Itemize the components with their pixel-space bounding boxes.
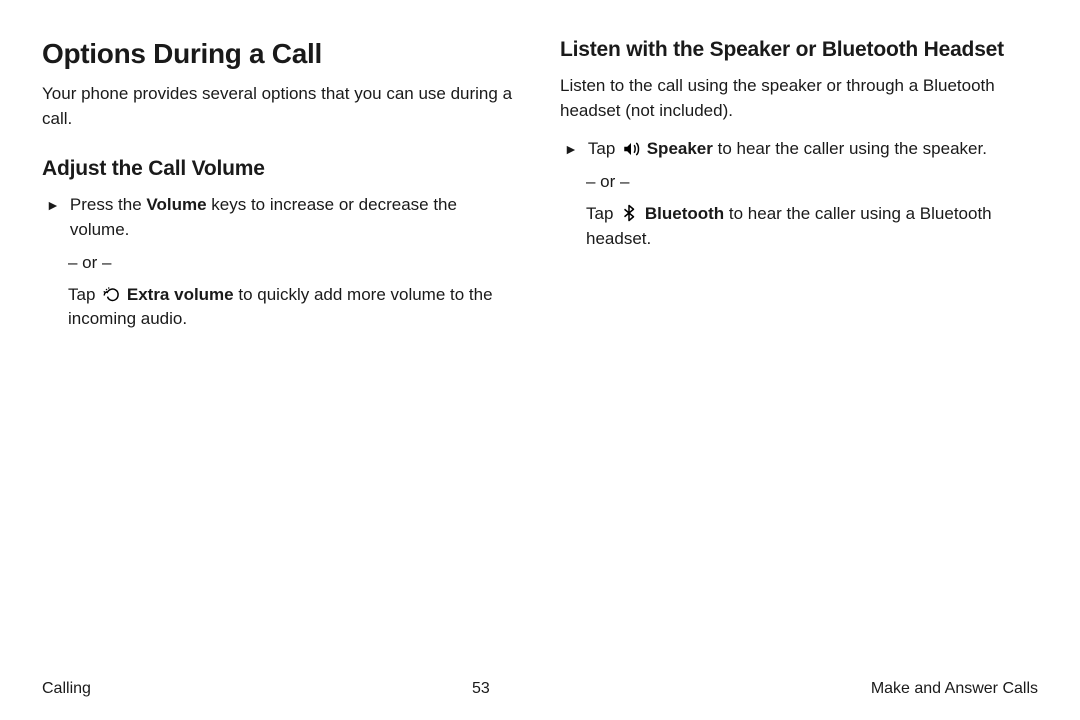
or-separator: – or – (586, 172, 1038, 192)
bluetooth-icon (620, 204, 638, 222)
text-fragment: Tap (586, 204, 618, 223)
step-text: Press the Volume keys to increase or dec… (70, 193, 520, 242)
page-footer: Calling 53 Make and Answer Calls (42, 680, 1038, 698)
step-text-continuation: Tap Bluetooth to hear the caller using a… (586, 202, 1038, 251)
footer-left: Calling (42, 680, 91, 698)
footer-right: Make and Answer Calls (871, 680, 1038, 698)
text-fragment: to hear the caller using the speaker. (713, 139, 987, 158)
page-content: Options During a Call Your phone provide… (0, 0, 1080, 342)
bold-text: Volume (146, 195, 206, 214)
step-text: Tap Speaker to hear the caller using the… (588, 137, 987, 162)
section-heading-speaker: Listen with the Speaker or Bluetooth Hea… (560, 38, 1038, 62)
right-column: Listen with the Speaker or Bluetooth Hea… (560, 38, 1038, 342)
bold-text: Extra volume (122, 285, 234, 304)
triangle-bullet-icon: ► (564, 141, 578, 157)
speaker-icon (622, 140, 640, 158)
text-fragment: Press the (70, 195, 147, 214)
triangle-bullet-icon: ► (46, 197, 60, 213)
step-item: ► Tap Speaker to hear the caller using t… (560, 137, 1038, 162)
text-fragment: Tap (588, 139, 620, 158)
left-column: Options During a Call Your phone provide… (42, 38, 520, 342)
bold-text: Speaker (642, 139, 713, 158)
bold-text: Bluetooth (640, 204, 724, 223)
extra-volume-icon (102, 285, 120, 303)
page-number: 53 (472, 680, 490, 698)
intro-text: Your phone provides several options that… (42, 82, 520, 131)
step-text-continuation: Tap Extra volume to quickly add more vol… (68, 283, 520, 332)
page-title: Options During a Call (42, 38, 520, 70)
section-heading-volume: Adjust the Call Volume (42, 157, 520, 181)
or-separator: – or – (68, 253, 520, 273)
step-item: ► Press the Volume keys to increase or d… (42, 193, 520, 242)
text-fragment: Tap (68, 285, 100, 304)
intro-text: Listen to the call using the speaker or … (560, 74, 1038, 123)
